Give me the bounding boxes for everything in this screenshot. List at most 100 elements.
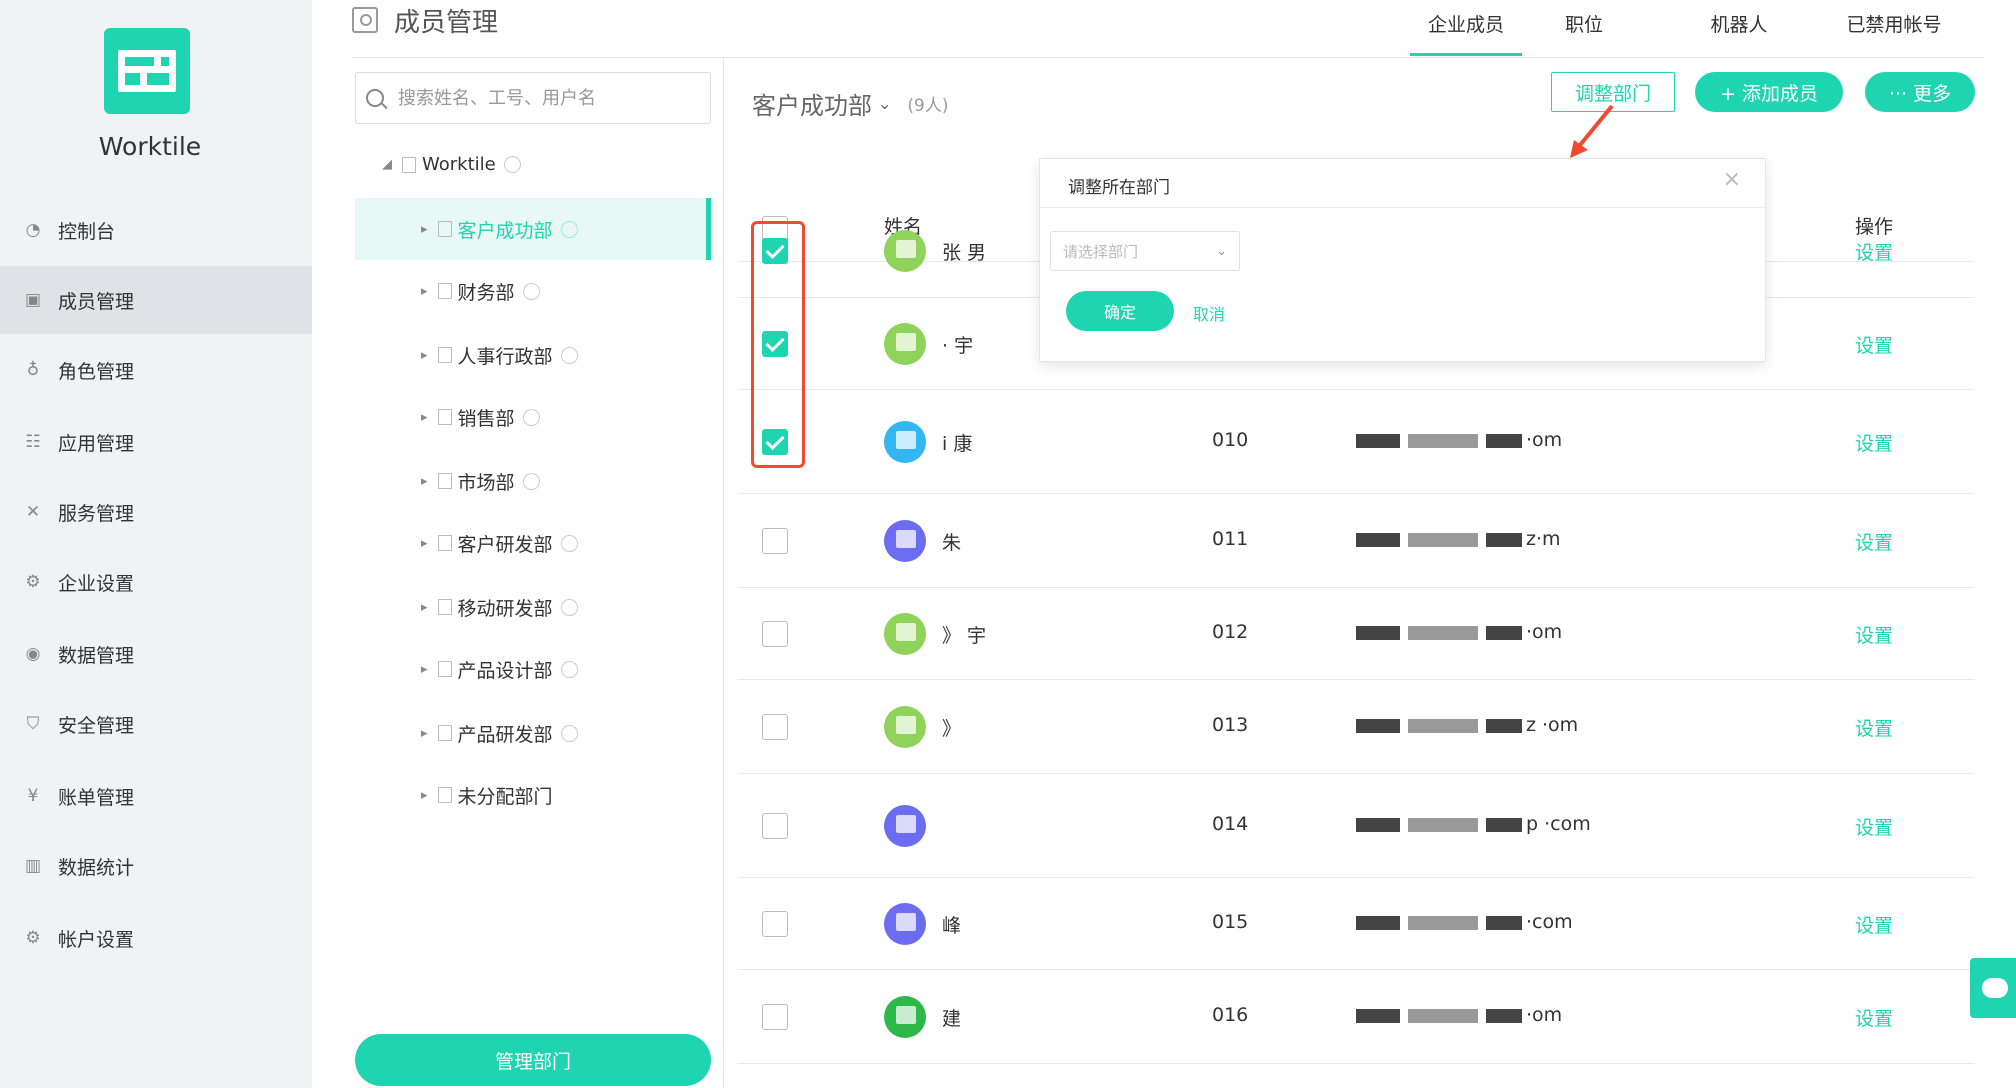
dept-item[interactable]: ▸ 财务部 (355, 260, 711, 322)
redaction-mask (1356, 532, 1400, 547)
app-root: Worktile ◔ 控制台 ▣ 成员管理 ♁ 角色管理 ☷ 应用管理 ✕ 服务… (0, 0, 2016, 1088)
chevron-down-icon: ⌄ (878, 94, 892, 113)
sidebar-item-enterprise-settings[interactable]: ⚙ 企业设置 (0, 548, 312, 616)
settings-link[interactable]: 设置 (1855, 429, 1893, 456)
check-circle-icon (560, 534, 578, 552)
sidebar-item-members[interactable]: ▣ 成员管理 (0, 266, 312, 334)
row-checkbox[interactable] (762, 714, 788, 740)
confirm-button[interactable]: 确定 (1066, 291, 1174, 331)
caret-right-icon[interactable]: ▸ (421, 600, 428, 615)
dept-selector[interactable]: 客户成功部 ⌄ (9人) (752, 86, 949, 121)
check-circle-icon (560, 660, 578, 678)
dept-item[interactable]: ▸ 客户研发部 (355, 512, 711, 574)
caret-right-icon[interactable]: ▸ (421, 410, 428, 425)
folder-icon (437, 787, 452, 803)
caret-right-icon[interactable]: ▸ (421, 222, 428, 237)
dept-item[interactable]: ▸ 产品设计部 (355, 638, 711, 700)
settings-link[interactable]: 设置 (1855, 813, 1893, 840)
settings-link[interactable]: 设置 (1855, 911, 1893, 938)
tab-robots[interactable]: 机器人 (1704, 10, 1774, 56)
sidebar-item-account-settings[interactable]: ⚙ 帐户设置 (0, 904, 312, 972)
table-row[interactable]: 朱 011 z·m 设置 (738, 494, 1974, 588)
settings-link[interactable]: 设置 (1855, 331, 1893, 358)
row-checkbox[interactable] (762, 1004, 788, 1030)
dept-label: 移动研发部 (457, 597, 553, 620)
sidebar-item-apps[interactable]: ☷ 应用管理 (0, 408, 312, 476)
chevron-down-icon: ⌄ (1216, 243, 1227, 259)
settings-link[interactable]: 设置 (1855, 238, 1893, 265)
dept-item[interactable]: ▸ 产品研发部 (355, 702, 711, 764)
sidebar-item-label: 帐户设置 (58, 928, 135, 951)
table-row[interactable]: 峰 015 ·com 设置 (738, 878, 1974, 970)
settings-link[interactable]: 设置 (1855, 528, 1893, 555)
service-icon: ✕ (25, 502, 41, 522)
table-row[interactable]: 》 013 z ·om 设置 (738, 680, 1974, 774)
more-button[interactable]: ··· 更多 (1865, 72, 1975, 112)
sidebar-item-security[interactable]: ⛉ 安全管理 (0, 690, 312, 758)
chat-icon[interactable] (1970, 958, 2016, 1018)
popup-divider (1040, 207, 1765, 208)
close-icon[interactable]: × (1723, 167, 1741, 192)
redaction-mask (1486, 433, 1522, 448)
caret-right-icon[interactable]: ▸ (421, 348, 428, 363)
caret-right-icon[interactable]: ▸ (421, 662, 428, 677)
tree-root[interactable]: ◢ Worktile (382, 154, 521, 175)
member-job-number: 016 (1212, 1004, 1249, 1026)
sidebar-item-stats[interactable]: ▥ 数据统计 (0, 832, 312, 900)
sidebar-item-services[interactable]: ✕ 服务管理 (0, 478, 312, 546)
sidebar-item-roles[interactable]: ♁ 角色管理 (0, 336, 312, 404)
sidebar-item-dashboard[interactable]: ◔ 控制台 (0, 196, 312, 264)
add-member-button[interactable]: + 添加成员 (1695, 72, 1843, 112)
member-email: ·com (1352, 911, 1573, 933)
search-input[interactable] (398, 87, 698, 109)
worktile-logo[interactable] (104, 28, 190, 114)
caret-right-icon[interactable]: ▸ (421, 536, 428, 551)
manage-departments-button[interactable]: 管理部门 (355, 1034, 711, 1086)
sidebar-item-label: 安全管理 (58, 714, 135, 737)
tab-positions[interactable]: 职位 (1556, 10, 1612, 56)
sidebar-item-data[interactable]: ◉ 数据管理 (0, 620, 312, 688)
sidebar: Worktile ◔ 控制台 ▣ 成员管理 ♁ 角色管理 ☷ 应用管理 ✕ 服务… (0, 0, 312, 1088)
caret-right-icon[interactable]: ▸ (421, 474, 428, 489)
row-checkbox[interactable] (762, 528, 788, 554)
table-row[interactable]: 014 p ·com 设置 (738, 774, 1974, 878)
table-row[interactable]: i 康 010 ·om 设置 (738, 390, 1974, 494)
member-name: 朱 (942, 532, 962, 554)
avatar (884, 706, 926, 748)
dept-item[interactable]: ▸ 销售部 (355, 386, 711, 448)
tab-disabled-accounts[interactable]: 已禁用帐号 (1844, 10, 1944, 56)
settings-link[interactable]: 设置 (1855, 714, 1893, 741)
dept-label: 财务部 (457, 281, 515, 304)
dept-item[interactable]: ▸ 市场部 (355, 450, 711, 512)
caret-right-icon[interactable]: ▸ (421, 726, 428, 741)
sidebar-item-label: 控制台 (58, 220, 116, 243)
annotation-arrow (1570, 104, 1614, 158)
member-search[interactable] (355, 72, 711, 124)
avatar (884, 996, 926, 1038)
row-checkbox[interactable] (762, 621, 788, 647)
dept-item[interactable]: ▸ 移动研发部 (355, 576, 711, 638)
dept-item[interactable]: ▸ 未分配部门 (355, 764, 711, 826)
caret-right-icon[interactable]: ▸ (421, 284, 428, 299)
dept-item[interactable]: ▸ 客户成功部 (355, 198, 711, 260)
department-select[interactable]: 请选择部门 ⌄ (1050, 231, 1240, 271)
email-suffix: p ·com (1526, 813, 1591, 835)
row-checkbox[interactable] (762, 911, 788, 937)
folder-icon (437, 473, 452, 489)
settings-link[interactable]: 设置 (1855, 1004, 1893, 1031)
caret-down-icon[interactable]: ◢ (382, 157, 392, 172)
folder-icon (437, 347, 452, 363)
row-checkbox[interactable] (762, 813, 788, 839)
role-icon: ♁ (26, 360, 40, 380)
sidebar-item-billing[interactable]: ¥ 账单管理 (0, 762, 312, 830)
table-row[interactable]: 》 宇 012 ·om 设置 (738, 588, 1974, 680)
dept-item[interactable]: ▸ 人事行政部 (355, 324, 711, 386)
avatar (884, 805, 926, 847)
tab-enterprise-members[interactable]: 企业成员 (1410, 10, 1522, 56)
settings-link[interactable]: 设置 (1855, 621, 1893, 648)
folder-icon (437, 283, 452, 299)
cancel-button[interactable]: 取消 (1193, 301, 1225, 325)
table-row[interactable]: 建 016 ·om 设置 (738, 970, 1974, 1064)
caret-right-icon[interactable]: ▸ (421, 788, 428, 803)
dept-label: 客户研发部 (457, 533, 553, 556)
